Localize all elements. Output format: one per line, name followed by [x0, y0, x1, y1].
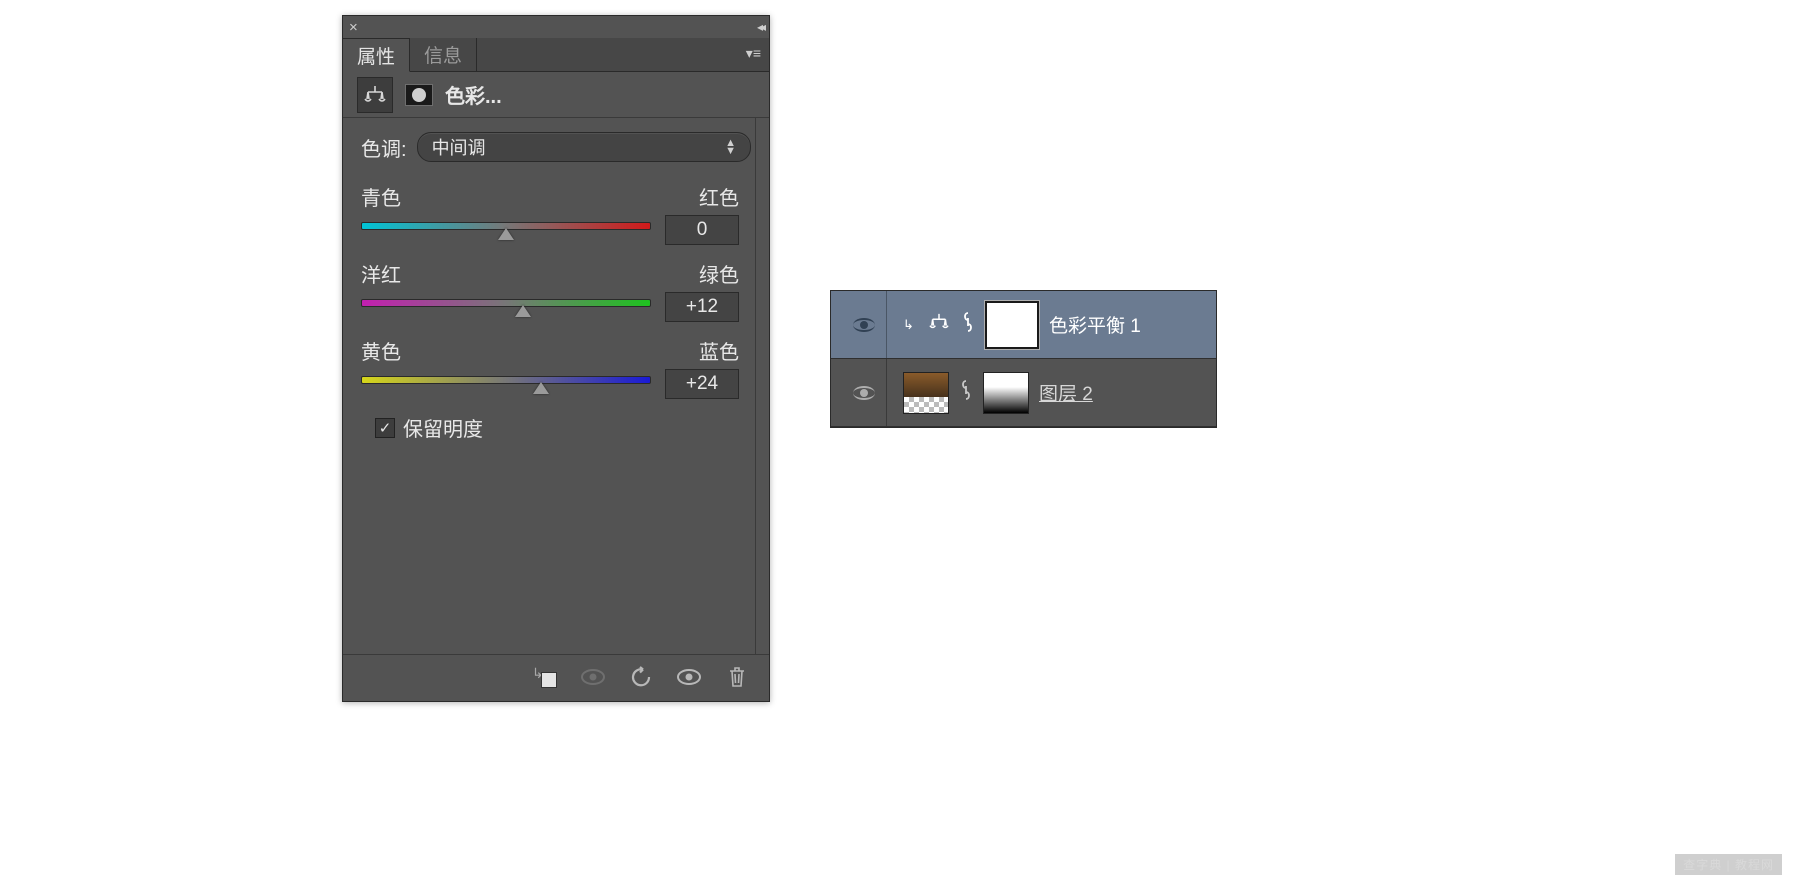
panel-titlebar[interactable]: × ◂◂	[343, 16, 769, 38]
layer-name[interactable]: 图层 2	[1039, 379, 1093, 406]
layer-mask-thumb[interactable]	[985, 301, 1039, 349]
slider-cr-track[interactable]	[361, 220, 651, 240]
visibility-toggle[interactable]	[841, 359, 887, 426]
layer-mask-thumb[interactable]	[983, 372, 1029, 414]
watermark: 查字典 | 教程网	[1675, 854, 1782, 875]
label-green: 绿色	[699, 259, 739, 288]
adjustment-header: 色彩...	[343, 72, 769, 118]
toggle-visibility-button[interactable]	[675, 663, 703, 691]
tab-properties[interactable]: 属性	[343, 38, 410, 72]
layer-mask-icon[interactable]	[401, 77, 437, 113]
panel-menu-icon[interactable]: ▾≡	[746, 45, 761, 62]
panel-footer: ↳	[343, 654, 769, 698]
preserve-luminosity-label: 保留明度	[403, 413, 483, 442]
tab-properties-label: 属性	[357, 42, 395, 69]
panel-content: 色调: 中间调 ▲▼ 青色 红色 0 洋红 绿	[343, 118, 769, 654]
tone-dropdown-value: 中间调	[432, 134, 486, 160]
label-magenta: 洋红	[361, 259, 401, 288]
chevron-updown-icon: ▲▼	[725, 139, 736, 155]
reset-button[interactable]	[627, 663, 655, 691]
slider-yellow-blue: 黄色 蓝色 +24	[361, 336, 751, 399]
visibility-toggle[interactable]	[841, 291, 887, 358]
link-icon[interactable]	[959, 379, 973, 407]
clip-indicator-icon: ↳	[903, 317, 917, 333]
tone-dropdown[interactable]: 中间调 ▲▼	[417, 132, 751, 162]
label-red: 红色	[699, 182, 739, 211]
layers-panel-excerpt: ↳ 色彩平衡 1 图层 2	[830, 290, 1217, 428]
slider-cyan-red: 青色 红色 0	[361, 182, 751, 245]
slider-yb-value[interactable]: +24	[665, 369, 739, 399]
close-icon[interactable]: ×	[349, 19, 358, 36]
label-yellow: 黄色	[361, 336, 401, 365]
properties-panel: × ◂◂ 属性 信息 ▾≡ 色彩... 色调: 中间调 ▲▼	[342, 15, 770, 702]
preserve-luminosity-row[interactable]: ✓ 保留明度	[375, 413, 751, 442]
label-cyan: 青色	[361, 182, 401, 211]
slider-mg-track[interactable]	[361, 297, 651, 317]
layer-image-thumb[interactable]	[903, 372, 949, 414]
tone-label: 色调:	[361, 133, 407, 162]
layer-row-image[interactable]: 图层 2	[831, 359, 1216, 427]
tab-info-label: 信息	[424, 41, 462, 68]
panel-scrollbar[interactable]	[755, 118, 767, 654]
eye-icon	[853, 318, 875, 332]
color-balance-mini-icon	[927, 312, 951, 338]
slider-cr-value[interactable]: 0	[665, 215, 739, 245]
view-previous-state-button[interactable]	[579, 663, 607, 691]
color-balance-icon[interactable]	[357, 77, 393, 113]
label-blue: 蓝色	[699, 336, 739, 365]
adjustment-title: 色彩...	[445, 80, 502, 109]
panel-tabs: 属性 信息 ▾≡	[343, 38, 769, 72]
clip-to-layer-button[interactable]: ↳	[531, 663, 559, 691]
link-icon[interactable]	[961, 311, 975, 339]
layer-row-color-balance[interactable]: ↳ 色彩平衡 1	[831, 291, 1216, 359]
slider-yb-track[interactable]	[361, 374, 651, 394]
layer-name[interactable]: 色彩平衡 1	[1049, 311, 1141, 338]
tone-row: 色调: 中间调 ▲▼	[361, 132, 751, 162]
eye-icon	[853, 386, 875, 400]
slider-mg-value[interactable]: +12	[665, 292, 739, 322]
preserve-luminosity-checkbox[interactable]: ✓	[375, 418, 395, 438]
trash-button[interactable]	[723, 663, 751, 691]
tab-info[interactable]: 信息	[410, 38, 477, 71]
slider-magenta-green: 洋红 绿色 +12	[361, 259, 751, 322]
collapse-icon[interactable]: ◂◂	[757, 20, 763, 34]
